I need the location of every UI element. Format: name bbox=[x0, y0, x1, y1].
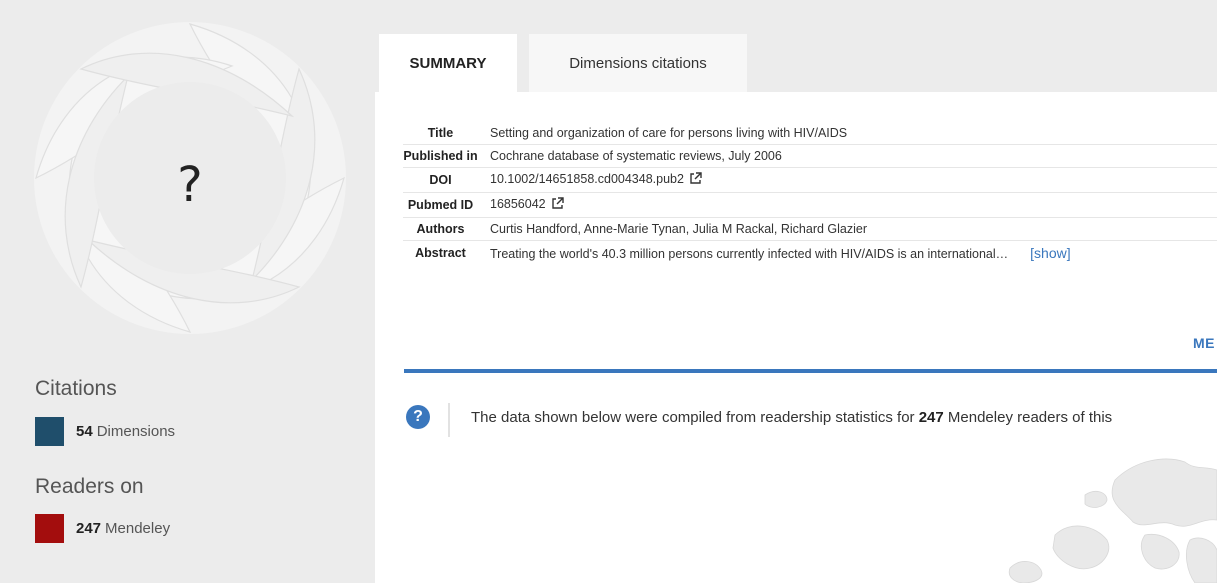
mendeley-swatch bbox=[35, 514, 64, 543]
abstract-cell: Treating the world's 40.3 million person… bbox=[484, 241, 1217, 266]
info-divider bbox=[448, 403, 450, 437]
tab-bar: SUMMARY Dimensions citations bbox=[375, 0, 1217, 92]
abstract-label: Abstract bbox=[415, 246, 466, 260]
dimensions-swatch bbox=[35, 417, 64, 446]
pubmed-id-link[interactable]: 16856042 bbox=[490, 197, 546, 211]
table-row: Abstract Treating the world's 40.3 milli… bbox=[403, 241, 1217, 266]
doi-cell: 10.1002/14651858.cd004348.pub2 bbox=[484, 167, 1217, 193]
table-row: Authors Curtis Handford, Anne-Marie Tyna… bbox=[403, 217, 1217, 241]
external-link-icon[interactable] bbox=[551, 197, 564, 213]
show-abstract-link[interactable]: [show] bbox=[1030, 245, 1070, 261]
readership-info-text: The data shown below were compiled from … bbox=[471, 409, 1113, 426]
pubmed-id-label: Pubmed ID bbox=[403, 192, 484, 218]
more-link[interactable]: ME bbox=[1193, 335, 1215, 351]
table-row: Pubmed ID 16856042 bbox=[403, 192, 1217, 218]
tab-summary[interactable]: SUMMARY bbox=[379, 34, 517, 92]
table-row: Title Setting and organization of care f… bbox=[403, 122, 1217, 145]
pubmed-cell: 16856042 bbox=[484, 192, 1217, 218]
main-content: SUMMARY Dimensions citations Title Setti… bbox=[375, 0, 1217, 583]
attention-donut: ? bbox=[32, 20, 348, 336]
summary-table: Title Setting and organization of care f… bbox=[403, 122, 1217, 265]
authors-value: Curtis Handford, Anne-Marie Tynan, Julia… bbox=[484, 217, 1217, 241]
dimensions-citations-row[interactable]: 54 Dimensions bbox=[35, 417, 175, 446]
published-in-label: Published in bbox=[403, 144, 484, 168]
reader-count: 247 bbox=[76, 520, 102, 537]
table-row: DOI 10.1002/14651858.cd004348.pub2 bbox=[403, 167, 1217, 193]
readers-heading: Readers on bbox=[35, 475, 144, 498]
published-in-value: Cochrane database of systematic reviews,… bbox=[484, 144, 1217, 168]
readership-count: 247 bbox=[918, 409, 944, 426]
section-divider bbox=[404, 369, 1217, 373]
citation-count: 54 bbox=[76, 423, 93, 440]
external-link-icon[interactable] bbox=[689, 172, 702, 188]
authors-label: Authors bbox=[403, 217, 484, 241]
title-value: Setting and organization of care for per… bbox=[484, 122, 1217, 145]
question-icon[interactable]: ? bbox=[406, 405, 430, 429]
citation-source: Dimensions bbox=[96, 423, 176, 440]
citations-heading: Citations bbox=[35, 377, 117, 400]
title-label: Title bbox=[403, 122, 484, 145]
world-map-icon bbox=[1008, 458, 1217, 583]
reader-source: Mendeley bbox=[105, 520, 171, 537]
score-placeholder: ? bbox=[177, 157, 203, 213]
table-row: Published in Cochrane database of system… bbox=[403, 144, 1217, 168]
tab-dimensions-citations[interactable]: Dimensions citations bbox=[529, 34, 747, 92]
abstract-value: Treating the world's 40.3 million person… bbox=[490, 247, 1009, 261]
mendeley-readers-row[interactable]: 247 Mendeley bbox=[35, 514, 170, 543]
doi-label: DOI bbox=[403, 167, 484, 193]
sidebar: ? Citations 54 Dimensions Readers on 247… bbox=[0, 0, 375, 583]
doi-link[interactable]: 10.1002/14651858.cd004348.pub2 bbox=[490, 172, 684, 186]
